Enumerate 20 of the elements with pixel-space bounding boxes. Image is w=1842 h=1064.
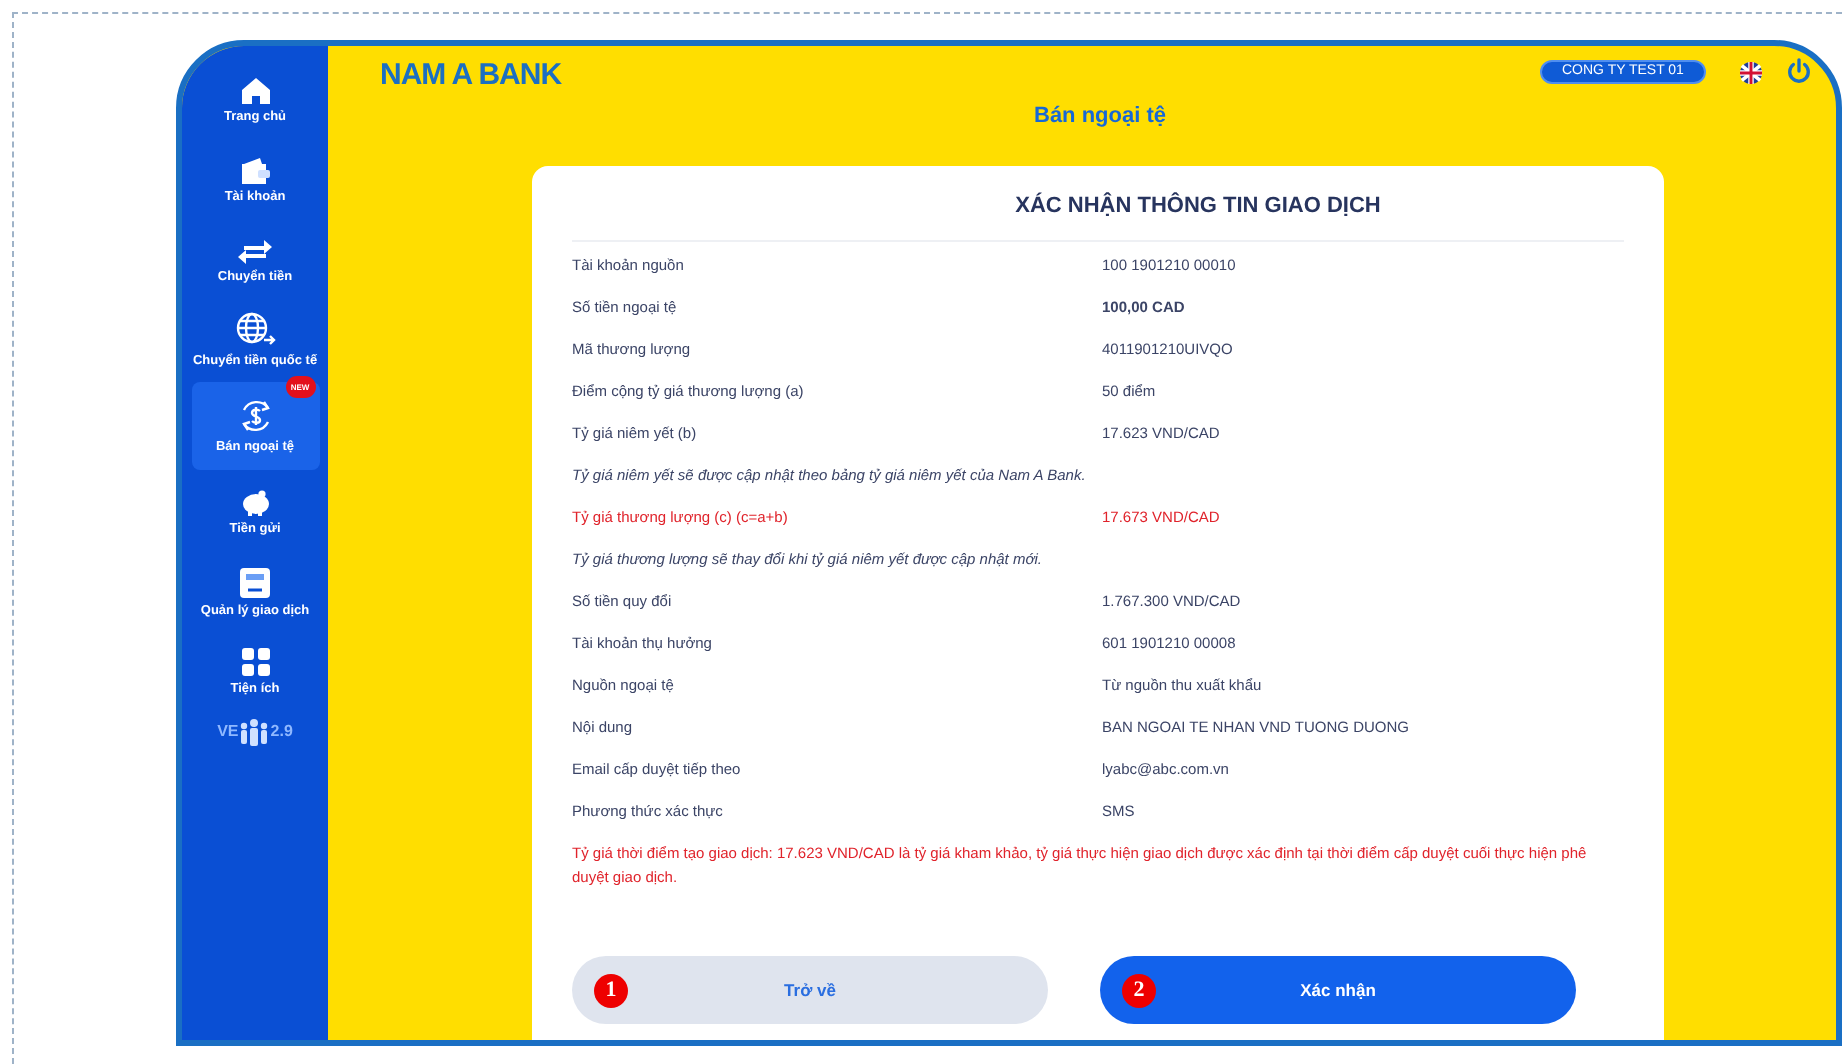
step-number: 2 xyxy=(1122,974,1156,1008)
step-number: 1 xyxy=(594,974,628,1008)
uk-flag-icon[interactable] xyxy=(1740,62,1762,84)
bank-logo: NAM A BANK xyxy=(380,56,562,96)
wallet-icon xyxy=(240,157,270,183)
card-title: XÁC NHẬN THÔNG TIN GIAO DỊCH xyxy=(1015,190,1381,222)
document-icon xyxy=(240,567,270,597)
version-number: 2.9 xyxy=(270,720,293,744)
arrows-icon xyxy=(238,237,272,263)
page-title: Bán ngoại tệ xyxy=(1034,102,1167,132)
people-icon xyxy=(238,718,271,746)
grid-icon xyxy=(241,648,269,676)
power-icon[interactable] xyxy=(1786,58,1812,84)
globe-icon xyxy=(235,312,275,348)
home-icon xyxy=(241,77,269,103)
confirm-button[interactable]: 2 Xác nhận xyxy=(1100,956,1576,1024)
piggy-bank-icon xyxy=(239,489,271,515)
back-button[interactable]: 1 Trở về xyxy=(572,956,1048,1024)
dollar-exchange-icon xyxy=(237,398,273,434)
version-label: VE xyxy=(217,720,239,744)
